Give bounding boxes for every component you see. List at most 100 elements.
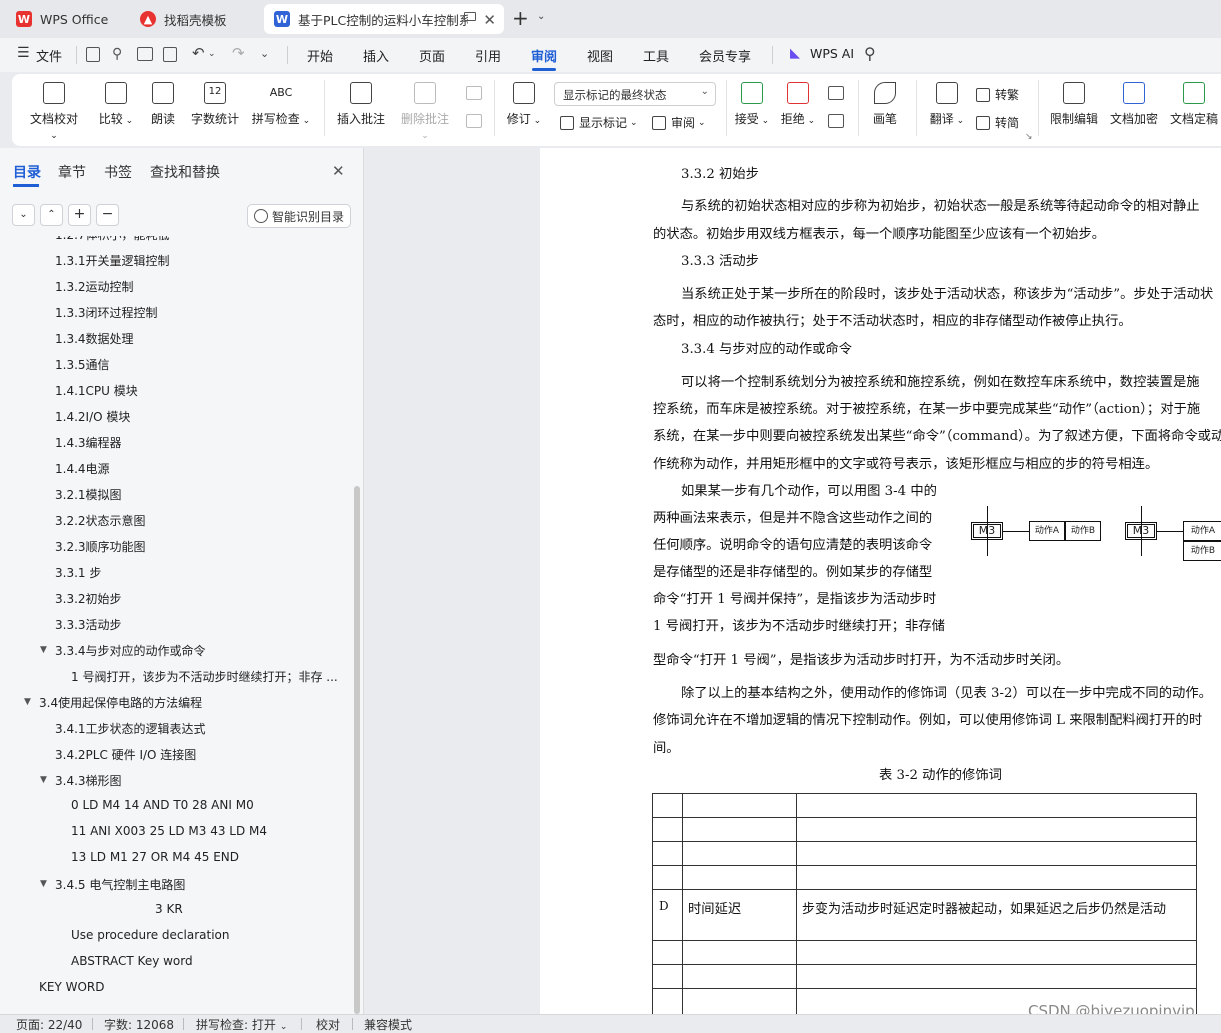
menu-view[interactable]: 视图 — [587, 46, 613, 65]
review-pane-button[interactable]: 审阅 ⌄ — [652, 114, 706, 131]
to-simplified-button[interactable]: 转简 — [976, 114, 1019, 131]
toc-item[interactable]: 3.2.1模拟图 — [55, 486, 122, 503]
window-mode-icon[interactable] — [464, 12, 476, 21]
document-page[interactable]: 3.3.2 初始步 与系统的初始状态相对应的步称为初始步，初始状态一般是系统等待… — [540, 148, 1221, 1014]
search-icon[interactable]: ⚲ — [864, 44, 876, 63]
tab-wps-office[interactable]: W WPS Office — [6, 4, 124, 34]
undo-dropdown-icon[interactable]: ⌄ — [208, 49, 216, 59]
menu-file[interactable]: 文件 — [36, 46, 62, 65]
toc-item[interactable]: Use procedure declaration — [71, 928, 230, 942]
more-chevron-icon[interactable]: ⌄ — [260, 47, 269, 60]
translate-button[interactable]: 翻译 ⌄ — [926, 82, 968, 127]
hamburger-icon[interactable]: ☰ — [17, 45, 30, 61]
toc-item[interactable]: 1.3.3闭环过程控制 — [55, 304, 158, 321]
toc-item[interactable]: 1.3.4数据处理 — [55, 330, 134, 347]
finalize-button[interactable]: 文档定稿 — [1168, 82, 1220, 127]
toc-item[interactable]: 3.2.3顺序功能图 — [55, 538, 146, 555]
share-icon[interactable]: ⚲ — [112, 46, 122, 62]
toc-item[interactable]: 1.4.1CPU 模块 — [55, 382, 138, 399]
toc-scrollbar[interactable] — [354, 486, 360, 1014]
toc-item[interactable]: 3.4.1工步状态的逻辑表达式 — [55, 720, 206, 737]
menu-home[interactable]: 开始 — [307, 46, 333, 65]
word-count-button[interactable]: 12 字数统计 — [190, 82, 240, 127]
show-markup-button[interactable]: 显示标记 ⌄ — [560, 114, 638, 131]
save-icon[interactable] — [86, 47, 100, 62]
menu-tools[interactable]: 工具 — [643, 46, 669, 65]
proofread-indicator[interactable]: 校对 — [316, 1016, 340, 1033]
smart-toc-button[interactable]: 智能识别目录 — [247, 204, 351, 228]
toc-item[interactable]: 3.3.2初始步 — [55, 590, 122, 607]
toc-item[interactable]: 3.3.3活动步 — [55, 616, 122, 633]
toc-item[interactable]: 3.4使用起保停电路的方法编程 — [39, 694, 202, 711]
toc-item[interactable]: 1.3.2运动控制 — [55, 278, 134, 295]
tab-list-chevron-icon[interactable]: ⌄ — [537, 11, 545, 22]
pen-button[interactable]: 画笔 — [870, 82, 900, 127]
remove-heading-icon[interactable]: − — [96, 204, 119, 226]
delete-comment-button[interactable]: 删除批注 ⌄ — [396, 82, 454, 141]
nav-tab-sections[interactable]: 章节 — [58, 162, 86, 182]
close-pane-icon[interactable]: ✕ — [332, 162, 345, 180]
toc-item[interactable]: 3.3.1 步 — [55, 564, 101, 581]
toc-item[interactable]: 3 KR — [155, 902, 183, 916]
tab-document[interactable]: W 基于PLC控制的运料小车控制系 ✕ — [264, 4, 504, 34]
toc-item[interactable]: 1.4.3编程器 — [55, 434, 122, 451]
add-heading-icon[interactable]: + — [68, 204, 91, 226]
markup-mode-select[interactable]: 显示标记的最终状态 ⌄ — [554, 82, 716, 106]
toc-item[interactable]: ABSTRACT Key word — [71, 954, 193, 968]
toc-item[interactable]: KEY WORD — [39, 980, 104, 994]
group-expand-icon[interactable]: ↘ — [1025, 132, 1033, 142]
redo-icon[interactable]: ↷ — [232, 44, 245, 62]
menu-member[interactable]: 会员专享 — [699, 46, 751, 65]
menu-page[interactable]: 页面 — [419, 46, 445, 65]
toc-item[interactable]: 1 号阀打开，该步为不活动步时继续打开；非存 ... — [71, 668, 338, 685]
toc-item[interactable]: 11 ANI X003 25 LD M3 43 LD M4 — [71, 824, 267, 838]
to-traditional-button[interactable]: 转繁 — [976, 86, 1019, 103]
insert-comment-button[interactable]: 插入批注 — [336, 82, 386, 127]
menu-references[interactable]: 引用 — [475, 46, 501, 65]
close-tab-icon[interactable]: ✕ — [483, 11, 496, 29]
doc-check-button[interactable]: 文档校对 ⌄ — [26, 82, 82, 141]
toc-item[interactable]: 3.3.4与步对应的动作或命令 — [55, 642, 206, 659]
new-tab-icon[interactable]: + — [512, 6, 529, 30]
toc-item[interactable]: 3.4.3梯形图 — [55, 772, 122, 789]
expand-caret-icon[interactable]: ▼ — [40, 879, 47, 889]
spell-check-indicator[interactable]: 拼写检查: 打开 ⌄ — [196, 1016, 287, 1033]
toc-item[interactable]: 1.3.5通信 — [55, 356, 110, 373]
word-count-indicator[interactable]: 字数: 12068 — [104, 1016, 174, 1033]
undo-icon[interactable]: ↶ — [192, 44, 205, 62]
toc-item[interactable]: 0 LD M4 14 AND T0 28 ANI M0 — [71, 798, 254, 812]
encrypt-button[interactable]: 文档加密 — [1108, 82, 1160, 127]
previous-comment-icon[interactable] — [466, 86, 482, 100]
expand-caret-icon[interactable]: ▼ — [24, 697, 31, 707]
collapse-all-icon[interactable]: ⌄ — [12, 204, 35, 226]
next-comment-icon[interactable] — [466, 114, 482, 128]
print-preview-icon[interactable] — [163, 47, 177, 62]
compare-button[interactable]: 比较 ⌄ — [96, 82, 136, 127]
move-up-icon[interactable]: ⌃ — [40, 204, 63, 226]
toc-item[interactable]: 3.4.5 电气控制主电路图 — [55, 876, 185, 893]
print-icon[interactable] — [137, 47, 153, 61]
toc-item[interactable]: 1.3.1开关量逻辑控制 — [55, 252, 170, 269]
toc-item[interactable]: 3.2.2状态示意图 — [55, 512, 146, 529]
menu-review[interactable]: 审阅 — [531, 46, 557, 65]
spell-check-button[interactable]: ABC 拼写检查 ⌄ — [250, 82, 312, 127]
nav-tab-find-replace[interactable]: 查找和替换 — [150, 162, 220, 182]
menu-wps-ai[interactable]: WPS AI — [810, 46, 854, 61]
page-indicator[interactable]: 页面: 22/40 — [16, 1016, 82, 1033]
read-aloud-button[interactable]: 朗读 — [148, 82, 178, 127]
reject-button[interactable]: 拒绝 ⌄ — [780, 82, 816, 127]
toc-item[interactable]: 13 LD M1 27 OR M4 45 END — [71, 850, 239, 864]
tab-templates[interactable]: ▲ 找稻壳模板 — [130, 4, 258, 34]
restrict-edit-button[interactable]: 限制编辑 — [1048, 82, 1100, 127]
toc-item[interactable]: 1.4.2I/O 模块 — [55, 408, 130, 425]
previous-change-icon[interactable] — [828, 86, 844, 100]
next-change-icon[interactable] — [828, 114, 844, 128]
toc-item[interactable]: 1.2.7体积小，能耗低 — [55, 236, 170, 243]
toc-item[interactable]: 3.4.2PLC 硬件 I/O 连接图 — [55, 746, 196, 763]
accept-button[interactable]: 接受 ⌄ — [734, 82, 770, 127]
toc-item[interactable]: 1.4.4电源 — [55, 460, 110, 477]
expand-caret-icon[interactable]: ▼ — [40, 775, 47, 785]
nav-tab-toc[interactable]: 目录 — [13, 162, 41, 182]
revise-button[interactable]: 修订 ⌄ — [506, 82, 542, 127]
menu-insert[interactable]: 插入 — [363, 46, 389, 65]
